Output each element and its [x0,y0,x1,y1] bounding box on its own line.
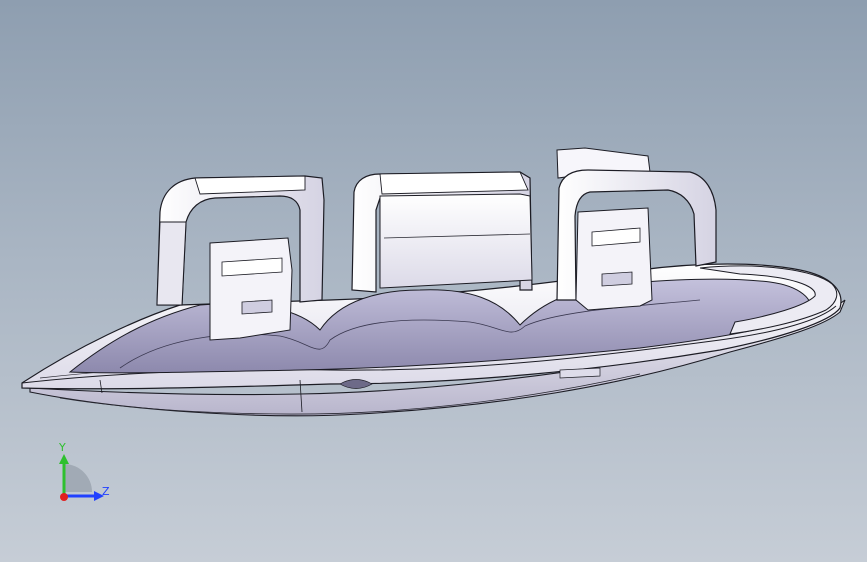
triad-plane [64,464,92,492]
y-axis-arrow [59,454,69,464]
z-axis-label: Z [102,485,110,498]
3d-graphics-area[interactable]: Y Z [0,0,867,562]
part-model[interactable] [0,0,867,562]
center-clip [351,171,533,293]
y-axis-label: Y [59,441,66,454]
view-orientation-triad: Y Z [50,438,120,518]
x-axis-dot [60,493,68,501]
